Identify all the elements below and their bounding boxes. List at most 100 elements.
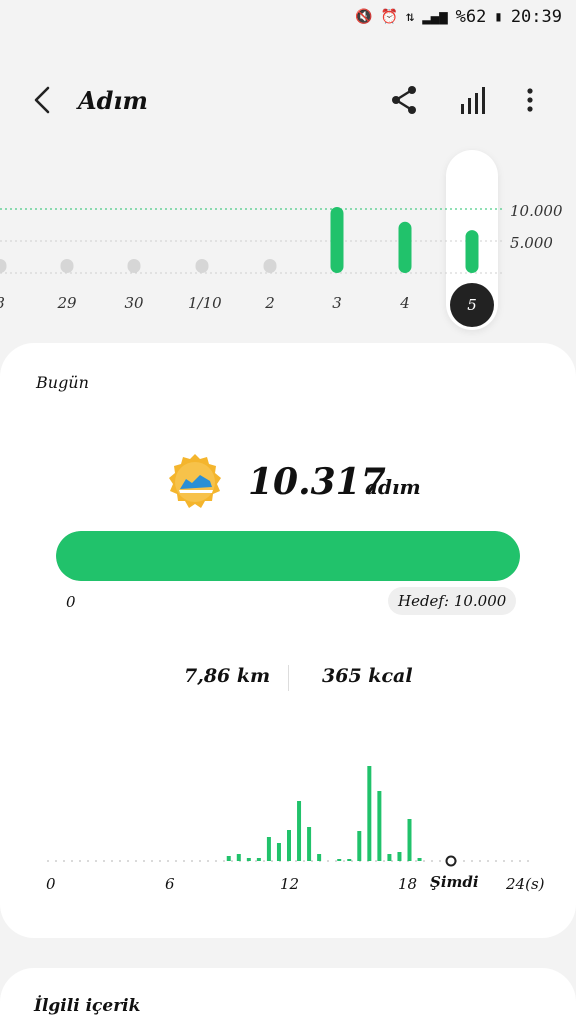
step-progress-bar bbox=[56, 531, 520, 581]
hour-bar bbox=[297, 801, 302, 861]
baseline-dot bbox=[63, 860, 65, 862]
baseline-dot bbox=[159, 860, 161, 862]
day-label-2[interactable]: 2 bbox=[256, 294, 284, 312]
today-label: Bugün bbox=[36, 373, 89, 392]
baseline-dot bbox=[111, 860, 113, 862]
hour-bar bbox=[397, 852, 402, 861]
baseline-dot bbox=[135, 860, 137, 862]
metric-divider bbox=[288, 665, 289, 691]
day-bar-5[interactable] bbox=[465, 230, 479, 273]
baseline-dot bbox=[79, 860, 81, 862]
baseline-dot bbox=[175, 860, 177, 862]
baseline-dot bbox=[143, 860, 145, 862]
baseline-dot bbox=[87, 860, 89, 862]
baseline-dot bbox=[95, 860, 97, 862]
hour-axis-label: 0 bbox=[46, 875, 56, 893]
share-icon bbox=[392, 86, 416, 114]
sneaker-badge-icon bbox=[169, 454, 221, 508]
page-title: Adım bbox=[78, 86, 148, 115]
day-bar-30[interactable] bbox=[127, 259, 141, 273]
baseline-dot bbox=[311, 860, 313, 862]
progress-fill bbox=[56, 531, 520, 581]
baseline-dot bbox=[263, 860, 265, 862]
hour-bar bbox=[226, 856, 231, 861]
goal-value: : 10.000 bbox=[444, 592, 507, 610]
baseline-dot bbox=[327, 860, 329, 862]
hour-bar bbox=[367, 766, 372, 861]
baseline-dot bbox=[55, 860, 57, 862]
day-bar-1/10[interactable] bbox=[195, 259, 209, 273]
back-button[interactable] bbox=[28, 84, 60, 116]
related-content-card[interactable]: İlgili içerik bbox=[0, 968, 576, 1024]
today-card: Bugün 10.317 adım 0 Hedef: 10.000 7,86 k… bbox=[0, 343, 576, 938]
share-button[interactable] bbox=[390, 84, 420, 116]
hour-bar bbox=[417, 858, 422, 861]
day-label-3[interactable]: 3 bbox=[323, 294, 351, 312]
baseline-dot bbox=[471, 860, 473, 862]
hour-bar bbox=[317, 854, 322, 861]
hour-bar bbox=[387, 854, 392, 861]
day-bar-2[interactable] bbox=[263, 259, 277, 273]
related-content-title: İlgili içerik bbox=[34, 996, 141, 1016]
day-label-30[interactable]: 30 bbox=[120, 294, 148, 312]
day-bar-4[interactable] bbox=[398, 221, 412, 273]
baseline-dot bbox=[103, 860, 105, 862]
status-bar: 🔇 ⏰ ⇅ ▂▄▆ %62 ▮ 20:39 bbox=[0, 0, 576, 34]
hour-bar bbox=[246, 858, 251, 861]
battery-icon: ▮ bbox=[494, 9, 503, 25]
hour-bar bbox=[377, 791, 382, 861]
day-bar-29[interactable] bbox=[60, 259, 74, 273]
baseline-dot bbox=[527, 860, 529, 862]
day-label-1/10[interactable]: 1/10 bbox=[188, 294, 222, 312]
baseline-dot bbox=[207, 860, 209, 862]
baseline-dot bbox=[183, 860, 185, 862]
selected-day-chip[interactable]: 5 bbox=[450, 283, 494, 327]
more-options-button[interactable] bbox=[518, 84, 542, 116]
baseline-dot bbox=[231, 860, 233, 862]
goal-pill[interactable]: Hedef: 10.000 bbox=[388, 587, 517, 615]
chevron-left-icon bbox=[34, 86, 50, 114]
baseline-dot bbox=[127, 860, 129, 862]
half-axis-label: 5.000 bbox=[510, 234, 553, 252]
day-bar-3[interactable] bbox=[330, 206, 344, 273]
baseline-dot bbox=[119, 860, 121, 862]
day-bar-8[interactable] bbox=[0, 259, 7, 273]
clock: 20:39 bbox=[510, 7, 562, 27]
network-icon: ⇅ bbox=[405, 9, 415, 25]
hour-bar bbox=[276, 843, 281, 861]
baseline-dot bbox=[295, 860, 297, 862]
baseline-dot bbox=[255, 860, 257, 862]
baseline-dot bbox=[71, 860, 73, 862]
day-label-8[interactable]: 8 bbox=[0, 294, 14, 312]
baseline-dot bbox=[191, 860, 193, 862]
mute-icon: 🔇 bbox=[355, 9, 373, 25]
goal-axis-label: 10.000 bbox=[510, 202, 563, 220]
hour-bar bbox=[347, 859, 352, 861]
trends-button[interactable] bbox=[456, 84, 488, 116]
baseline-dot bbox=[495, 860, 497, 862]
baseline-dot bbox=[439, 860, 441, 862]
baseline-dot bbox=[199, 860, 201, 862]
hour-axis-label: 6 bbox=[165, 875, 175, 893]
baseline-dot bbox=[223, 860, 225, 862]
now-label: Şimdi bbox=[430, 873, 479, 891]
baseline-dot bbox=[487, 860, 489, 862]
baseline-dot bbox=[303, 860, 305, 862]
more-vertical-icon bbox=[527, 88, 533, 112]
baseline-dot bbox=[463, 860, 465, 862]
day-label-29[interactable]: 29 bbox=[53, 294, 81, 312]
hour-bar bbox=[266, 837, 271, 861]
now-marker bbox=[445, 855, 457, 867]
day-label-4[interactable]: 4 bbox=[391, 294, 419, 312]
hour-bar bbox=[307, 827, 312, 861]
baseline-dot bbox=[215, 860, 217, 862]
hour-bar bbox=[337, 859, 342, 861]
baseline-dot bbox=[375, 860, 377, 862]
battery-percent: %62 bbox=[455, 7, 487, 27]
distance-value: 7,86 km bbox=[184, 665, 271, 687]
baseline-dot bbox=[343, 860, 345, 862]
baseline-dot bbox=[415, 860, 417, 862]
hour-axis-label: 12 bbox=[280, 875, 300, 893]
progress-min-label: 0 bbox=[66, 593, 76, 611]
baseline-dot bbox=[511, 860, 513, 862]
